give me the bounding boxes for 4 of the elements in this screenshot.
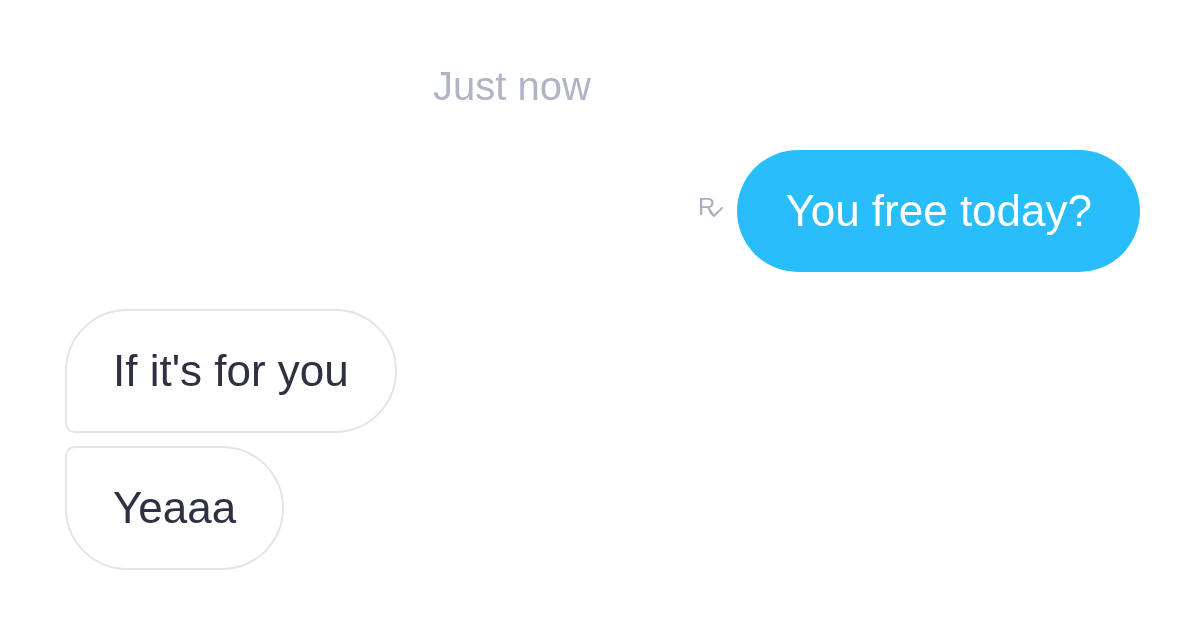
timestamp: Just now [433, 64, 591, 108]
sent-message-bubble: You free today? [737, 150, 1140, 272]
received-message-bubble: Yeaaa [65, 446, 285, 570]
received-message-bubble: If it's for you [65, 309, 397, 433]
